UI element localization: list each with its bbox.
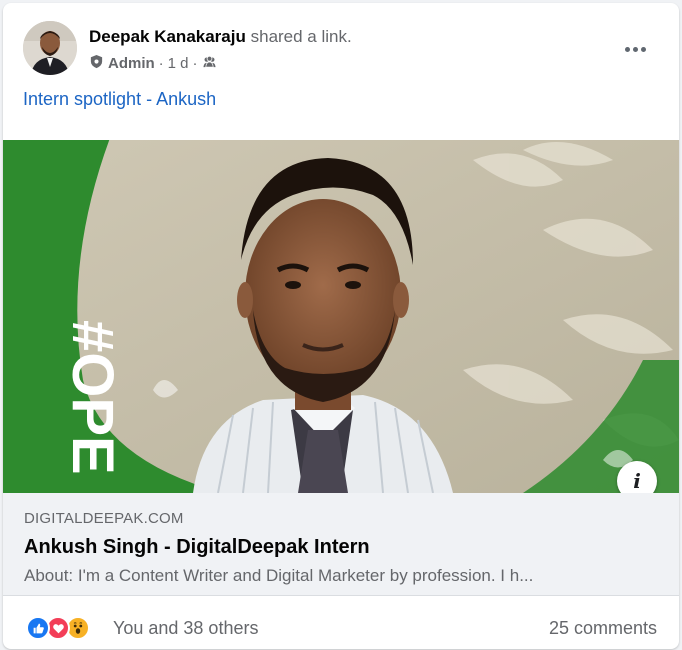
link-description: About: I'm a Content Writer and Digital …	[24, 566, 534, 585]
author-name[interactable]: Deepak Kanakaraju	[89, 27, 246, 46]
post-time[interactable]: 1 d	[168, 55, 189, 72]
author-line: Deepak Kanakaraju shared a link.	[89, 27, 352, 47]
reaction-summary[interactable]: You and 38 others	[113, 618, 258, 639]
meta-separator: ·	[158, 55, 164, 72]
admin-shield-icon	[89, 54, 104, 73]
dot-icon	[632, 46, 638, 52]
frame-text: #OPE	[60, 320, 125, 475]
comment-count[interactable]: 25 comments	[549, 618, 657, 639]
group-audience-icon[interactable]	[202, 54, 217, 73]
dot-icon	[624, 46, 630, 52]
info-icon[interactable]: i	[617, 461, 657, 493]
role-badge: Admin	[108, 55, 155, 72]
post-header: Deepak Kanakaraju shared a link. Admin ·…	[23, 21, 659, 79]
link-domain: DIGITALDEEPAK.COM	[24, 510, 184, 527]
more-options-button[interactable]	[617, 31, 653, 67]
link-preview-image[interactable]: #OPE i	[3, 140, 679, 493]
author-avatar[interactable]	[23, 21, 77, 75]
post-card: Deepak Kanakaraju shared a link. Admin ·…	[3, 3, 679, 649]
like-icon	[26, 616, 50, 640]
post-meta: Admin · 1 d ·	[89, 54, 217, 73]
link-preview-meta[interactable]: DIGITALDEEPAK.COM Ankush Singh - Digital…	[3, 493, 679, 596]
post-text[interactable]: Intern spotlight - Ankush	[23, 89, 216, 110]
post-action: shared a link.	[250, 27, 352, 46]
meta-separator: ·	[192, 55, 198, 72]
link-title[interactable]: Ankush Singh - DigitalDeepak Intern	[24, 536, 370, 559]
engagement-bar: You and 38 others 25 comments	[3, 598, 679, 649]
reaction-icons[interactable]	[26, 616, 90, 640]
dot-icon	[640, 46, 646, 52]
